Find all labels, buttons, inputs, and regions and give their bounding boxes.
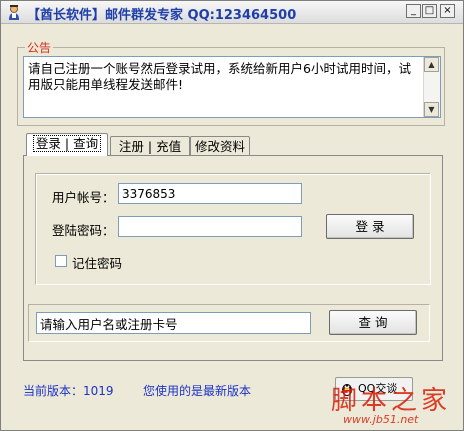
- query-input[interactable]: [36, 312, 311, 334]
- tab-label: 注册 | 充值: [118, 139, 182, 154]
- window-title: 【酋长软件】邮件群发专家 QQ:123464500: [27, 8, 297, 23]
- tab-edit-profile[interactable]: 修改资料: [190, 136, 250, 157]
- watermark-url: www.jb51.net: [343, 413, 419, 426]
- watermark-logo: 脚本之家: [331, 386, 452, 416]
- app-person-icon: [9, 5, 19, 20]
- password-label: 登陆密码：: [52, 223, 115, 238]
- username-input[interactable]: [118, 183, 302, 204]
- remember-password-checkbox[interactable]: [55, 255, 67, 267]
- password-input[interactable]: [118, 216, 302, 237]
- version-status: 当前版本：1019: [23, 384, 114, 398]
- title-bar[interactable]: 【酋长软件】邮件群发专家 QQ:123464500 _ □ ×: [1, 1, 463, 24]
- tab-label: 修改资料: [194, 139, 245, 154]
- tab-register-recharge[interactable]: 注册 | 充值: [110, 136, 190, 157]
- query-button[interactable]: 查 询: [329, 310, 417, 335]
- tab-login-query[interactable]: 登录 | 查询: [26, 133, 108, 156]
- scroll-down-arrow-icon[interactable]: ▼: [424, 102, 439, 117]
- notice-legend: 公告: [25, 39, 54, 56]
- update-status: 您使用的是最新版本: [143, 384, 252, 398]
- close-button[interactable]: ×: [440, 4, 455, 18]
- remember-password-label: 记住密码: [72, 256, 123, 271]
- notice-scrollbar[interactable]: ▲ ▼: [423, 57, 440, 117]
- notice-text: 请自己注册一个账号然后登录试用，系统给新用户6小时试用时间，试用版只能用单线程发…: [28, 61, 411, 92]
- username-label: 用户帐号：: [52, 190, 115, 205]
- notice-textbox[interactable]: 请自己注册一个账号然后登录试用，系统给新用户6小时试用时间，试用版只能用单线程发…: [23, 56, 441, 118]
- login-button[interactable]: 登 录: [326, 214, 414, 239]
- app-window: 【酋长软件】邮件群发专家 QQ:123464500 _ □ × 公告 请自己注册…: [0, 0, 464, 431]
- scroll-up-arrow-icon[interactable]: ▲: [424, 57, 439, 72]
- maximize-button[interactable]: □: [422, 4, 437, 18]
- tab-label: 登录 | 查询: [32, 135, 102, 152]
- minimize-button[interactable]: _: [406, 4, 421, 18]
